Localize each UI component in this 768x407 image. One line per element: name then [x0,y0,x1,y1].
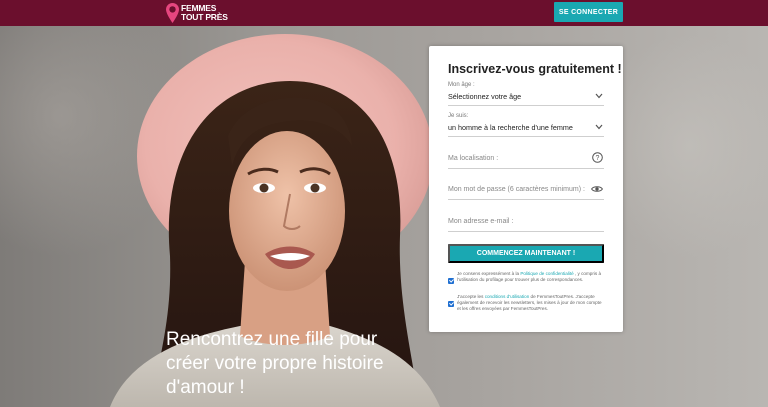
seeking-value: un homme à la recherche d'une femme [448,123,573,132]
seeking-label: Je suis: [448,113,469,119]
password-placeholder: Mon mot de passe (6 caractères minimum) … [448,186,585,193]
terms-consent-pre: J'accepte les [457,294,485,299]
signup-title: Inscrivez-vous gratuitement ! [448,62,622,76]
terms-consent: J'accepte les conditions d'utilisation d… [448,294,604,316]
terms-consent-text: J'accepte les conditions d'utilisation d… [457,294,605,312]
hero-headline: Rencontrez une fille pour créer votre pr… [166,328,406,400]
top-header: FEMMES TOUT PRÈS SE CONNECTER [0,0,768,26]
terms-checkbox[interactable] [448,301,454,307]
password-input[interactable]: Mon mot de passe (6 caractères minimum) … [448,180,604,200]
privacy-policy-link[interactable]: Politique de confidentialité [520,271,573,276]
privacy-checkbox[interactable] [448,278,454,284]
chevron-down-icon [595,93,603,99]
headline-line-1: Rencontrez une fille pour [166,329,378,350]
privacy-consent-text: Je consens expressément à la Politique d… [457,271,605,283]
privacy-consent: Je consens expressément à la Politique d… [448,271,604,291]
headline-line-2: créer votre propre histoire [166,353,384,374]
location-placeholder: Ma localisation : [448,155,499,162]
chevron-down-icon [595,124,603,130]
location-input[interactable]: Ma localisation : ? [448,149,604,169]
seeking-select[interactable]: Je suis: un homme à la recherche d'une f… [448,113,604,137]
eye-icon[interactable] [591,185,603,193]
svg-text:?: ? [596,155,600,162]
privacy-consent-pre: Je consens expressément à la [457,271,521,276]
age-select[interactable]: Mon âge : Sélectionnez votre âge [448,82,604,106]
signup-panel: Inscrivez-vous gratuitement ! Mon âge : … [429,46,623,332]
headline-line-3: d'amour ! [166,377,245,398]
age-value: Sélectionnez votre âge [448,92,522,101]
help-icon[interactable]: ? [592,152,603,163]
start-now-button[interactable]: COMMENCEZ MAINTENANT ! [448,244,604,263]
location-pin-icon [166,3,179,23]
email-input[interactable]: Mon adresse e-mail : [448,212,604,232]
age-label: Mon âge : [448,82,475,88]
brand-line-2: TOUT PRÈS [181,12,228,22]
terms-link[interactable]: conditions d'utilisation [485,294,530,299]
login-button[interactable]: SE CONNECTER [554,2,623,22]
email-placeholder: Mon adresse e-mail : [448,218,514,225]
brand-logo[interactable]: FEMMES TOUT PRÈS [166,3,236,23]
